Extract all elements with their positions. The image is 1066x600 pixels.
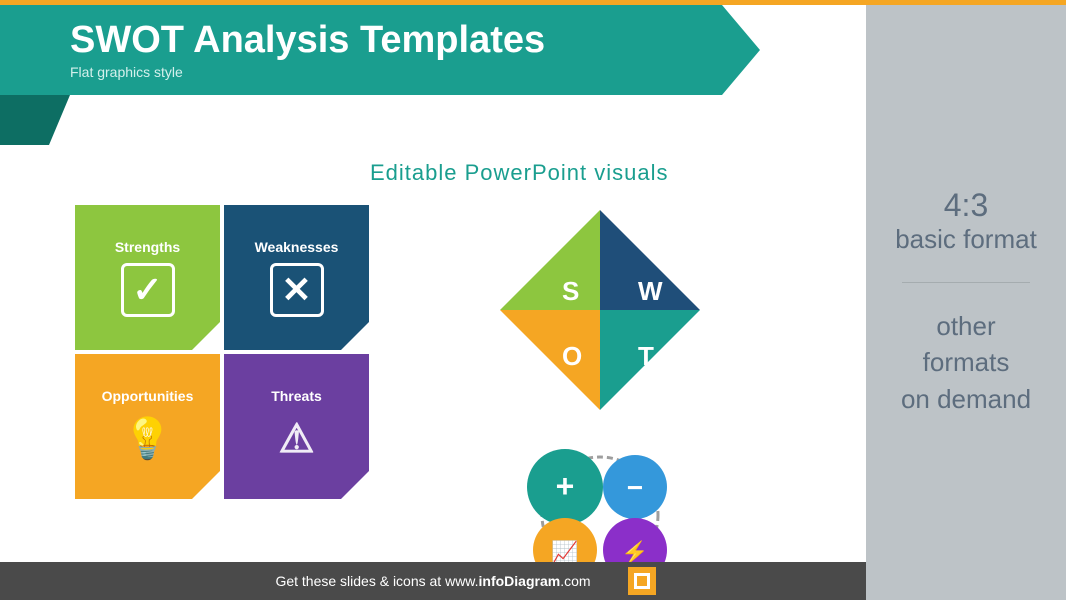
swot-box-weaknesses: Weaknesses ✕ [224,205,369,350]
svg-text:−: − [627,472,643,503]
footer-logo-inner [634,573,650,589]
banner: SWOT Analysis Templates Flat graphics st… [0,5,760,95]
swot-box-opportunities: Opportunities 💡 [75,354,220,499]
weaknesses-label: Weaknesses [255,239,339,255]
banner-subtitle: Flat graphics style [70,64,760,80]
content-area: SWOT Analysis Templates Flat graphics st… [0,5,866,600]
opportunities-icon: 💡 [121,412,175,466]
sidebar-other-formats: otherformatson demand [901,308,1031,417]
footer-logo [628,567,656,595]
swot-box-threats: Threats ⚠ [224,354,369,499]
strengths-label: Strengths [115,239,180,255]
footer-bar: Get these slides & icons at www.infoDiag… [0,562,866,600]
footer-brand: infoDiagram [479,573,561,589]
diamond-swot: S W O T [490,200,710,420]
banner-accent [0,95,70,145]
footer-text: Get these slides & icons at www.infoDiag… [275,573,590,589]
sidebar: 4:3 basic format otherformatson demand [866,5,1066,600]
svg-text:+: + [556,468,575,504]
main-layout: SWOT Analysis Templates Flat graphics st… [0,5,1066,600]
sidebar-basic-format: basic format [895,223,1037,257]
svg-text:W: W [638,276,663,306]
sidebar-ratio: 4:3 [944,188,988,223]
editable-text: Editable PowerPoint visuals [370,160,668,186]
weaknesses-icon: ✕ [270,263,324,317]
sidebar-divider [902,282,1030,283]
opportunities-label: Opportunities [102,388,194,404]
swot-boxes: Strengths ✓ Weaknesses ✕ Opportunities 💡… [75,205,369,499]
threats-label: Threats [271,388,322,404]
swot-box-strengths: Strengths ✓ [75,205,220,350]
threats-icon: ⚠ [270,412,324,466]
svg-text:O: O [562,341,582,371]
svg-text:S: S [562,276,579,306]
svg-text:T: T [638,341,654,371]
strengths-icon: ✓ [121,263,175,317]
banner-title: SWOT Analysis Templates [70,20,760,62]
